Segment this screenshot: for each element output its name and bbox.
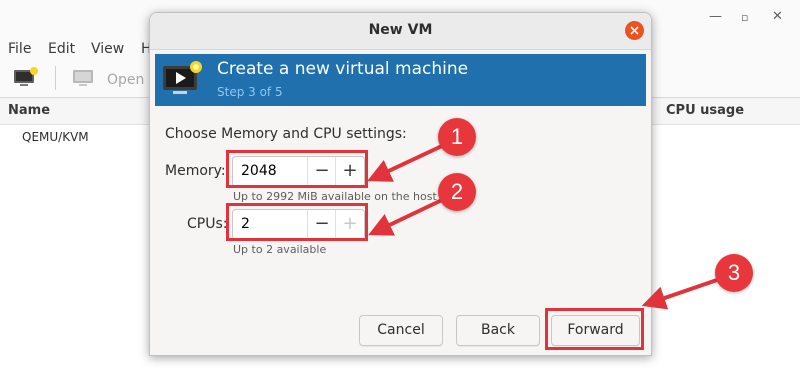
annotation-badge-3: 3 (715, 254, 753, 292)
annotation-badge-1: 1 (438, 118, 476, 156)
arrow-1 (367, 143, 445, 182)
arrow-2 (368, 197, 445, 236)
arrow-3 (641, 278, 718, 310)
annotation-arrows (367, 143, 718, 310)
annotation-badge-2: 2 (438, 173, 476, 211)
